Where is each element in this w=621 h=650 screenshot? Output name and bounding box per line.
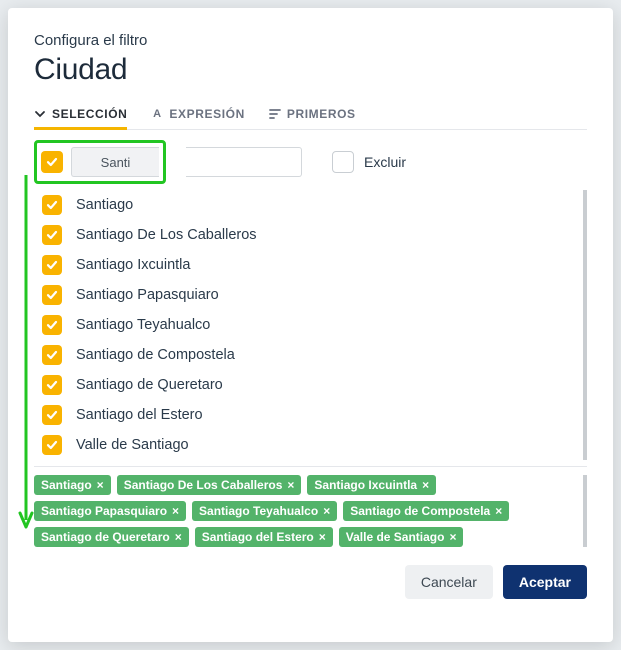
option-checkbox[interactable] [42, 285, 62, 305]
close-icon[interactable]: × [449, 531, 456, 543]
option-label: Santiago Papasquiaro [76, 287, 219, 303]
list-item[interactable]: Santiago Teyahualco [42, 310, 587, 340]
search-input[interactable] [71, 147, 159, 177]
option-label: Santiago [76, 197, 133, 213]
exclude-label: Excluir [364, 154, 406, 170]
option-checkbox[interactable] [42, 255, 62, 275]
chip[interactable]: Santiago del Estero × [195, 527, 333, 547]
chip[interactable]: Valle de Santiago × [339, 527, 464, 547]
close-icon[interactable]: × [97, 479, 104, 491]
scrollbar[interactable] [583, 190, 587, 460]
tab-first[interactable]: PRIMEROS [269, 101, 356, 130]
option-label: Santiago Teyahualco [76, 317, 210, 333]
select-all-checkbox[interactable] [41, 151, 63, 173]
scrollbar[interactable] [583, 475, 587, 547]
exclude-option: Excluir [332, 151, 406, 173]
exclude-checkbox[interactable] [332, 151, 354, 173]
tab-label: EXPRESIÓN [169, 107, 244, 121]
chip[interactable]: Santiago Teyahualco × [192, 501, 337, 521]
close-icon[interactable]: × [323, 505, 330, 517]
list-item[interactable]: Santiago [42, 190, 587, 220]
option-checkbox[interactable] [42, 225, 62, 245]
close-icon[interactable]: × [319, 531, 326, 543]
tab-label: SELECCIÓN [52, 107, 127, 121]
letter-a-icon: A [151, 108, 163, 120]
chip-label: Santiago [41, 478, 92, 492]
list-item[interactable]: Santiago del Estero [42, 400, 587, 430]
list-item[interactable]: Valle de Santiago [42, 430, 587, 460]
list-item[interactable]: Santiago de Queretaro [42, 370, 587, 400]
close-icon[interactable]: × [495, 505, 502, 517]
options-list: Santiago Santiago De Los Caballeros Santia… [42, 190, 587, 460]
list-item[interactable]: Santiago Ixcuintla [42, 250, 587, 280]
list-item[interactable]: Santiago Papasquiaro [42, 280, 587, 310]
filter-config-modal: Configura el filtro Ciudad SELECCIÓN A E… [8, 8, 613, 642]
chip[interactable]: Santiago Papasquiaro × [34, 501, 186, 521]
list-item[interactable]: Santiago de Compostela [42, 340, 587, 370]
chip-label: Santiago Papasquiaro [41, 504, 167, 518]
selected-chips-wrap: Santiago×Santiago De Los Caballeros×Sant… [34, 466, 587, 547]
accept-button[interactable]: Aceptar [503, 565, 587, 599]
chevron-down-icon [34, 108, 46, 120]
chip[interactable]: Santiago Ixcuintla × [307, 475, 436, 495]
modal-title: Ciudad [34, 53, 587, 87]
chip-label: Santiago De Los Caballeros [124, 478, 283, 492]
chip[interactable]: Santiago de Queretaro × [34, 527, 189, 547]
chip-label: Valle de Santiago [346, 530, 445, 544]
option-checkbox[interactable] [42, 375, 62, 395]
close-icon[interactable]: × [175, 531, 182, 543]
chip-label: Santiago Ixcuintla [314, 478, 417, 492]
option-label: Santiago de Compostela [76, 347, 235, 363]
chip[interactable]: Santiago De Los Caballeros × [117, 475, 302, 495]
cancel-button[interactable]: Cancelar [405, 565, 493, 599]
close-icon[interactable]: × [172, 505, 179, 517]
sort-icon [269, 108, 281, 120]
list-item[interactable]: Santiago De Los Caballeros [42, 220, 587, 250]
search-row: Excluir [34, 140, 587, 184]
chip[interactable]: Santiago de Compostela × [343, 501, 509, 521]
option-checkbox[interactable] [42, 405, 62, 425]
chip-label: Santiago de Compostela [350, 504, 490, 518]
option-label: Valle de Santiago [76, 437, 189, 453]
modal-footer: Cancelar Aceptar [34, 565, 587, 599]
tabs: SELECCIÓN A EXPRESIÓN PRIMEROS [34, 101, 587, 130]
tab-expression[interactable]: A EXPRESIÓN [151, 101, 244, 130]
option-label: Santiago De Los Caballeros [76, 227, 257, 243]
option-checkbox[interactable] [42, 195, 62, 215]
option-label: Santiago de Queretaro [76, 377, 223, 393]
chip-label: Santiago Teyahualco [199, 504, 318, 518]
search-ext-box[interactable] [186, 147, 302, 177]
option-checkbox[interactable] [42, 435, 62, 455]
chip-label: Santiago de Queretaro [41, 530, 170, 544]
close-icon[interactable]: × [287, 479, 294, 491]
option-checkbox[interactable] [42, 315, 62, 335]
tab-label: PRIMEROS [287, 107, 356, 121]
chip-label: Santiago del Estero [202, 530, 314, 544]
option-label: Santiago Ixcuintla [76, 257, 190, 273]
option-label: Santiago del Estero [76, 407, 203, 423]
close-icon[interactable]: × [422, 479, 429, 491]
modal-pretitle: Configura el filtro [34, 32, 587, 49]
chip[interactable]: Santiago × [34, 475, 111, 495]
option-checkbox[interactable] [42, 345, 62, 365]
select-all-highlight [34, 140, 166, 184]
selected-chips: Santiago×Santiago De Los Caballeros×Sant… [34, 475, 587, 547]
tab-selection[interactable]: SELECCIÓN [34, 101, 127, 130]
